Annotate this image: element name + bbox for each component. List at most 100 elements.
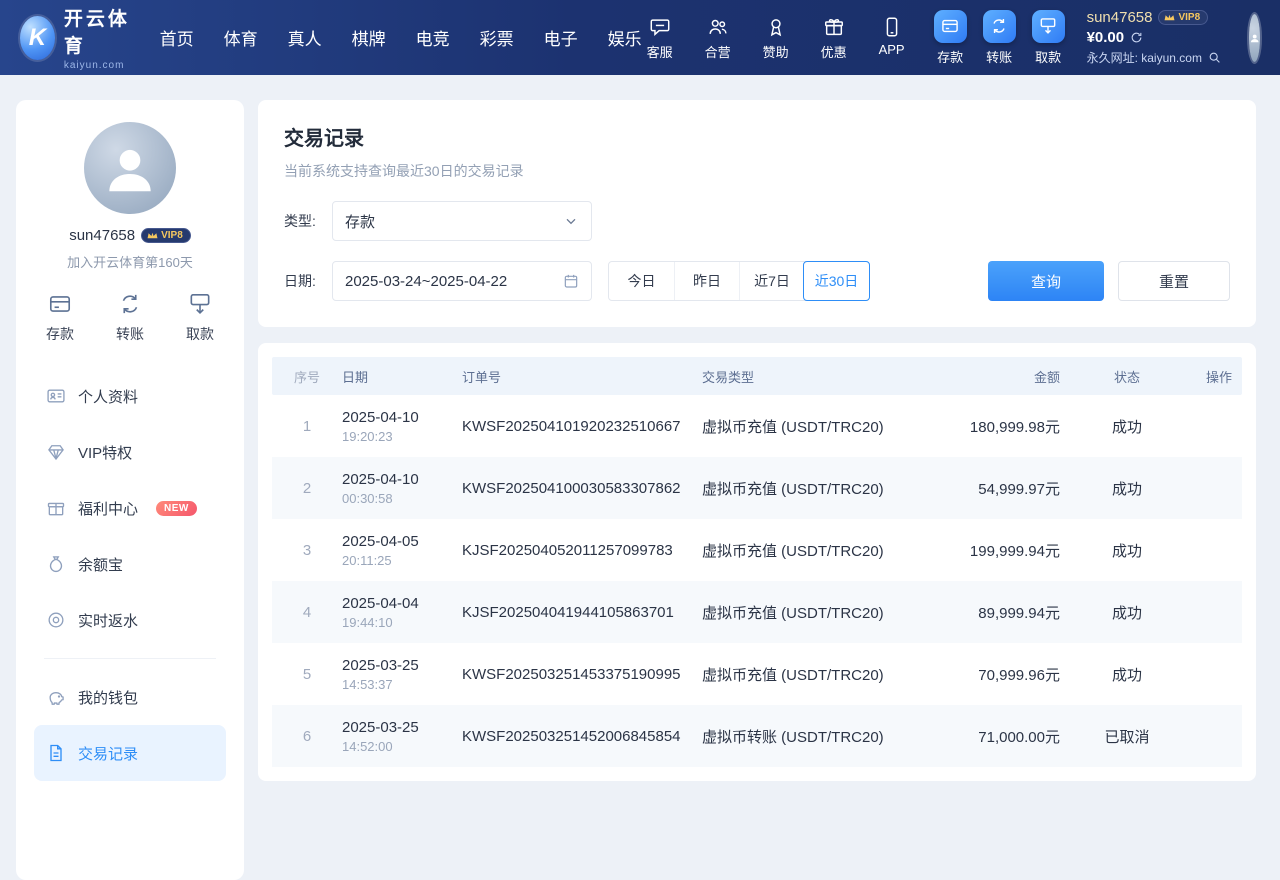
person-silhouette-icon [1249,21,1260,55]
vip-badge: VIP8 [1158,10,1208,25]
cell-status: 成功 [1072,602,1182,623]
menu-label: VIP特权 [78,442,132,463]
join-days-text: 加入开云体育第160天 [67,252,193,271]
nav-esports[interactable]: 电竞 [416,25,450,50]
sidebar-item-rebate[interactable]: 实时返水 [34,592,226,648]
mobile-app-icon [881,14,903,38]
refresh-balance-icon[interactable] [1130,31,1143,44]
nav-lottery[interactable]: 彩票 [480,25,514,50]
cell-type: 虚拟币充值 (USDT/TRC20) [702,664,927,685]
quick-link-label: 赞助 [763,42,789,61]
withdraw-icon [1032,10,1065,43]
wallet-actions: 存款 转账 取款 [934,10,1065,66]
deposit-shortcut[interactable]: 存款 [46,291,74,344]
nav-sports[interactable]: 体育 [224,25,258,50]
nav-entertainment[interactable]: 娱乐 [608,25,642,50]
menu-label: 余额宝 [78,554,123,575]
cell-date: 2025-03-25 14:53:37 [342,657,462,692]
logo-title: 开云体育 [64,4,134,58]
avatar[interactable] [1249,14,1260,62]
sidebar-item-yuebao[interactable]: 余额宝 [34,536,226,592]
deposit-icon [934,10,967,43]
col-header-type: 交易类型 [702,367,927,386]
shortcut-label: 存款 [46,324,74,344]
sidebar-menu: 个人资料 VIP特权 福利中心 NEW 余额宝 [30,362,230,781]
table-header-row: 序号 日期 订单号 交易类型 金额 状态 操作 [272,357,1242,395]
shortcut-label: 取款 [186,324,214,344]
page-title: 交易记录 [284,122,1230,151]
cell-no: 3 [272,542,342,559]
type-select[interactable]: 存款 [332,201,592,241]
balance: ¥0.00 [1087,29,1125,46]
quick-link-promo[interactable]: 优惠 [816,14,852,61]
cell-status: 成功 [1072,664,1182,685]
transfer-icon [117,291,143,317]
cell-date: 2025-04-10 19:20:23 [342,409,462,444]
new-badge: NEW [156,501,197,516]
cell-order: KWSF202503251452006845854 [462,728,702,745]
nav-live-casino[interactable]: 真人 [288,25,322,50]
range-30days-button[interactable]: 近30日 [803,261,870,301]
reset-button[interactable]: 重置 [1118,261,1230,301]
quick-link-sponsor[interactable]: 赞助 [758,14,794,61]
vip-gem-icon [46,442,66,462]
sidebar-item-wallet[interactable]: 我的钱包 [34,669,226,725]
crown-icon [1164,13,1175,22]
cell-order: KWSF202504101920232510667 [462,418,702,435]
quick-link-label: 合营 [705,42,731,61]
search-icon[interactable] [1208,51,1221,64]
type-select-value: 存款 [345,211,563,232]
quick-link-app[interactable]: APP [874,14,910,61]
sidebar-item-vip[interactable]: VIP特权 [34,424,226,480]
date-range-input[interactable]: 2025-03-24~2025-04-22 [332,261,592,301]
filter-panel: 交易记录 当前系统支持查询最近30日的交易记录 类型: 存款 日期: 2025-… [258,100,1256,327]
sidebar-item-rewards[interactable]: 福利中心 NEW [34,480,226,536]
partners-icon [707,14,729,38]
col-header-no: 序号 [272,367,342,386]
cell-no: 6 [272,728,342,745]
sidebar-item-profile[interactable]: 个人资料 [34,368,226,424]
cell-amount: 70,999.96元 [927,664,1072,685]
calendar-icon [563,273,579,289]
shortcut-label: 转账 [116,324,144,344]
query-button[interactable]: 查询 [988,261,1104,301]
transfer-icon [983,10,1016,43]
range-7days-button[interactable]: 近7日 [739,262,804,300]
chevron-down-icon [563,213,579,229]
quick-link-partners[interactable]: 合营 [700,14,736,61]
cell-no: 5 [272,666,342,683]
cell-type: 虚拟币充值 (USDT/TRC20) [702,416,927,437]
transfer-shortcut[interactable]: 转账 [116,291,144,344]
cell-type: 虚拟币充值 (USDT/TRC20) [702,478,927,499]
cell-order: KWSF202503251453375190995 [462,666,702,683]
deposit-button[interactable]: 存款 [934,10,967,66]
nav-slots[interactable]: 电子 [544,25,578,50]
table-row: 6 2025-03-25 14:52:00 KWSF20250325145200… [272,705,1242,767]
withdraw-button[interactable]: 取款 [1032,10,1065,66]
range-today-button[interactable]: 今日 [609,262,674,300]
transfer-button[interactable]: 转账 [983,10,1016,66]
wallet-action-label: 转账 [986,47,1012,66]
col-header-amount: 金额 [927,367,1072,386]
date-range-value: 2025-03-24~2025-04-22 [345,273,563,290]
nav-home[interactable]: 首页 [160,25,194,50]
col-header-order: 订单号 [462,367,702,386]
cell-date: 2025-04-10 00:30:58 [342,471,462,506]
cell-date: 2025-04-04 19:44:10 [342,595,462,630]
cell-status: 成功 [1072,540,1182,561]
user-info[interactable]: sun47658 VIP8 ¥0.00 永久网址: kaiyun.com [1087,9,1237,66]
quick-link-service[interactable]: 客服 [642,14,678,61]
nav-chess[interactable]: 棋牌 [352,25,386,50]
person-silhouette-icon [99,137,161,199]
promo-gift-icon [823,14,845,38]
quick-links: 客服 合营 赞助 优惠 APP [642,14,910,61]
type-filter-label: 类型: [284,211,332,231]
deposit-icon [47,291,73,317]
range-yesterday-button[interactable]: 昨日 [674,262,739,300]
withdraw-shortcut[interactable]: 取款 [186,291,214,344]
logo[interactable]: K 开云体育 kaiyun.com [20,4,134,71]
cell-no: 4 [272,604,342,621]
avatar[interactable] [84,122,176,214]
menu-label: 福利中心 [78,498,138,519]
sidebar-item-transactions[interactable]: 交易记录 [34,725,226,781]
